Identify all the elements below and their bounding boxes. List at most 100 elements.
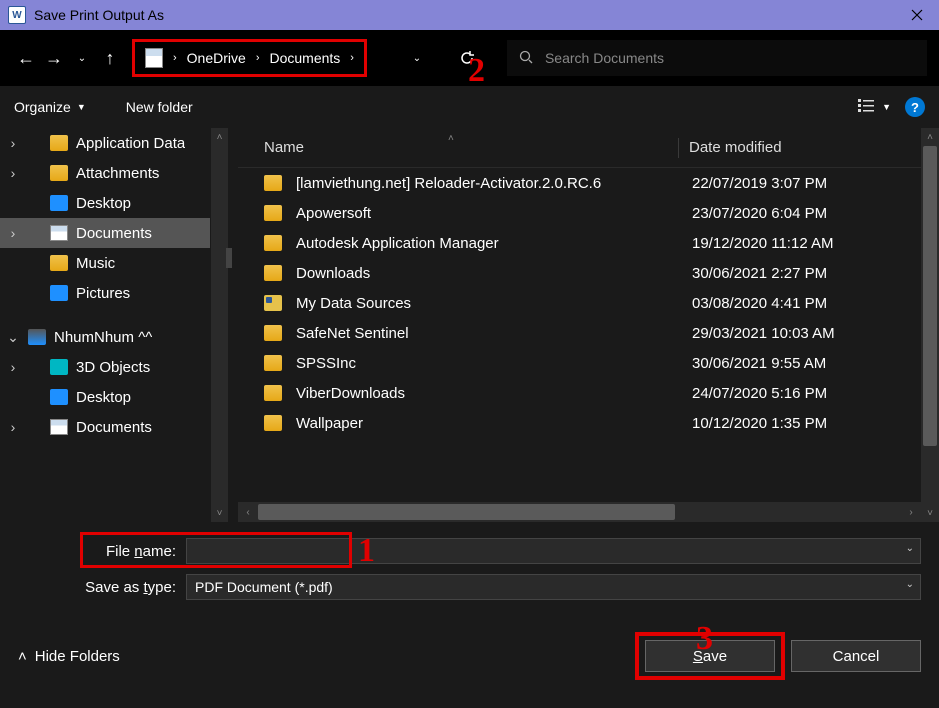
word-app-icon: W [8,6,26,24]
folder-icon [264,295,282,311]
search-icon [519,50,533,67]
scroll-right-icon[interactable]: › [901,507,921,518]
chevron-down-icon[interactable] [6,329,20,346]
folder-icon [50,255,68,271]
file-row[interactable]: Downloads30/06/2021 2:27 PM [238,258,939,288]
horizontal-scrollbar[interactable]: ‹ › [238,502,921,522]
scrollbar-thumb[interactable] [923,146,937,446]
scroll-down-icon[interactable]: ˅ [927,504,933,522]
nav-bar: ← → ⌄ ↑ › OneDrive › Documents › ⌄ Searc… [0,30,939,86]
file-row[interactable]: Wallpaper10/12/2020 1:35 PM [238,408,939,438]
recent-dropdown[interactable]: ⌄ [68,44,96,72]
file-date: 03/08/2020 4:41 PM [692,295,939,312]
folder-icon [264,385,282,401]
nav-tree: Application DataAttachmentsDesktopDocume… [0,128,230,522]
tree-item-label: Attachments [76,165,159,182]
file-date: 19/12/2020 11:12 AM [692,235,939,252]
chevron-right-icon[interactable] [6,135,20,151]
tree-item-label: NhumNhum ^^ [54,329,152,346]
folder-icon [50,165,68,181]
filename-label: File name: [18,543,186,560]
chevron-right-icon[interactable] [6,225,20,241]
scroll-left-icon[interactable]: ‹ [238,507,258,518]
file-name: Apowersoft [296,205,692,222]
help-button[interactable]: ? [905,97,925,117]
file-date: 30/06/2021 9:55 AM [692,355,939,372]
tree-item[interactable]: Pictures [0,278,210,308]
cancel-button[interactable]: Cancel [791,640,921,672]
search-placeholder: Search Documents [545,50,664,66]
tree-item[interactable]: 3D Objects [0,352,210,382]
save-button[interactable]: Save [645,640,775,672]
refresh-button[interactable] [447,40,487,76]
file-row[interactable]: Apowersoft23/07/2020 6:04 PM [238,198,939,228]
column-date[interactable]: Date modified [689,139,939,156]
chevron-right-icon[interactable] [6,165,20,181]
file-date: 22/07/2019 3:07 PM [692,175,939,192]
forward-button[interactable]: → [40,44,68,72]
chevron-right-icon[interactable] [6,359,20,375]
pictures-icon [50,285,68,301]
chevron-right-icon[interactable]: › [256,52,260,64]
file-name: My Data Sources [296,295,692,312]
saveastype-select[interactable]: PDF Document (*.pdf) ⌄ [186,574,921,600]
splitter[interactable] [230,128,238,522]
tree-item-label: Pictures [76,285,130,302]
scrollbar-thumb[interactable] [258,504,675,520]
sidebar-scrollbar[interactable]: ˄ ˅ [211,128,228,522]
tree-item[interactable]: Application Data [0,128,210,158]
chevron-down-icon[interactable]: ⌄ [906,543,914,554]
chevron-down-icon: ▼ [77,102,86,112]
view-options[interactable]: ▼ [858,98,891,117]
tree-item[interactable]: Documents [0,412,210,442]
file-row[interactable]: My Data Sources03/08/2020 4:41 PM [238,288,939,318]
chevron-right-icon[interactable] [6,419,20,435]
scroll-up-icon[interactable]: ˄ [217,128,223,146]
chevron-down-icon[interactable]: ⌄ [906,579,914,590]
hide-folders-toggle[interactable]: ˄ Hide Folders [18,648,120,665]
file-row[interactable]: SPSSInc30/06/2021 9:55 AM [238,348,939,378]
pc-icon [28,329,46,345]
columns-header[interactable]: ˄ Name Date modified [238,128,939,168]
back-button[interactable]: ← [12,44,40,72]
column-name[interactable]: Name [264,139,304,156]
file-row[interactable]: Autodesk Application Manager19/12/2020 1… [238,228,939,258]
tree-item[interactable]: Desktop [0,188,210,218]
filename-input[interactable]: ⌄ [186,538,921,564]
tree-item-label: Application Data [76,135,185,152]
vertical-scrollbar[interactable]: ˄ ˅ [921,128,939,522]
file-date: 30/06/2021 2:27 PM [692,265,939,282]
file-row[interactable]: SafeNet Sentinel29/03/2021 10:03 AM [238,318,939,348]
file-row[interactable]: [lamviethung.net] Reloader-Activator.2.0… [238,168,939,198]
breadcrumb-onedrive[interactable]: OneDrive [187,50,246,66]
scroll-down-icon[interactable]: ˅ [217,504,223,522]
scroll-up-icon[interactable]: ˄ [927,128,933,146]
file-list-area: ˄ Name Date modified [lamviethung.net] R… [238,128,939,522]
organize-menu[interactable]: Organize ▼ [14,99,86,115]
search-input[interactable]: Search Documents [507,40,927,76]
chevron-right-icon[interactable]: › [173,52,177,64]
tree-item[interactable]: Documents [0,218,210,248]
up-button[interactable]: ↑ [96,44,124,72]
address-history-dropdown[interactable]: ⌄ [397,40,437,76]
breadcrumb-documents[interactable]: Documents [269,50,340,66]
tree-item[interactable]: NhumNhum ^^ [0,322,210,352]
tree-item[interactable]: Music [0,248,210,278]
column-divider[interactable] [678,138,679,158]
close-button[interactable] [894,0,939,30]
location-icon [145,48,163,68]
tree-item[interactable]: Attachments [0,158,210,188]
saveastype-label: Save as type: [18,579,186,596]
folder-icon [264,235,282,251]
folder-icon [264,325,282,341]
file-date: 23/07/2020 6:04 PM [692,205,939,222]
new-folder-button[interactable]: New folder [126,99,193,115]
window-title: Save Print Output As [34,7,164,23]
file-row[interactable]: ViberDownloads24/07/2020 5:16 PM [238,378,939,408]
tree-item-label: Documents [76,419,152,436]
file-name: [lamviethung.net] Reloader-Activator.2.0… [296,175,692,192]
address-bar[interactable]: › OneDrive › Documents › [132,39,367,77]
chevron-right-icon[interactable]: › [350,52,354,64]
chevron-down-icon: ▼ [882,102,891,112]
tree-item[interactable]: Desktop [0,382,210,412]
